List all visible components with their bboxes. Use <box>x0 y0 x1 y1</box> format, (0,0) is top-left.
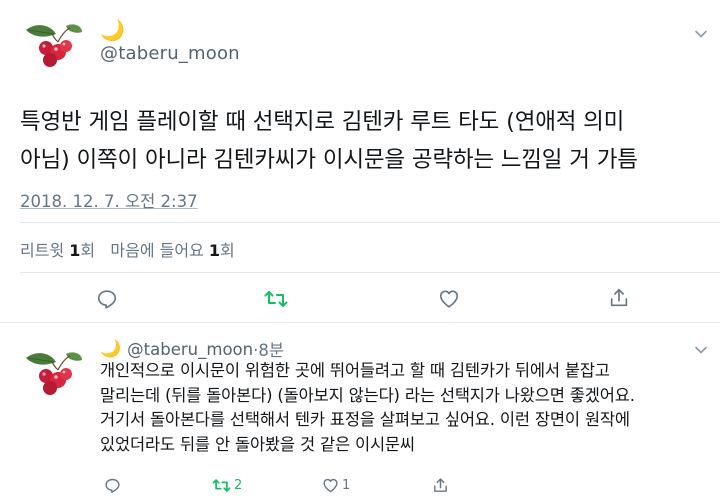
author-block[interactable]: 🌙 @taberu_moon <box>100 18 240 66</box>
reply-icon <box>105 478 120 493</box>
reply-text-line: 있었더라도 뒤를 안 돌아봤을 것 같은 이시문씨 <box>100 434 415 454</box>
tweet-timestamp[interactable]: 2018. 12. 7. 오전 2:37 <box>20 188 198 212</box>
reply-share-button[interactable] <box>432 477 449 494</box>
reply-retweet-button[interactable]: 2 <box>212 477 242 494</box>
like-stat[interactable]: 마음에 들어요 1회 <box>110 241 234 260</box>
chevron-down-icon[interactable] <box>694 26 708 40</box>
divider <box>20 222 720 223</box>
like-label: 마음에 들어요 <box>110 241 204 260</box>
heart-icon <box>439 290 459 308</box>
heart-icon <box>323 478 338 493</box>
like-button[interactable] <box>438 288 460 310</box>
reply-author-handle[interactable]: @taberu_moon <box>127 340 253 359</box>
reply-button[interactable] <box>96 288 118 310</box>
author-handle[interactable]: @taberu_moon <box>100 42 240 66</box>
reply-like-button[interactable]: 1 <box>322 477 350 494</box>
reply-time[interactable]: ·8분 <box>253 337 284 361</box>
reply-retweet-count: 2 <box>234 478 243 493</box>
tweet-text-line: 아님) 이쪽이 아니라 김텐카씨가 이시문을 공략하는 느낌일 거 가틈 <box>20 147 638 173</box>
share-button[interactable] <box>608 287 630 309</box>
moon-emoji: 🌙 <box>100 18 125 42</box>
retweet-icon <box>212 479 231 492</box>
retweet-stat[interactable]: 리트윗 1회 <box>20 241 95 260</box>
share-icon <box>610 288 628 307</box>
berry-avatar-icon <box>26 352 82 395</box>
like-unit: 회 <box>220 241 235 260</box>
retweet-icon <box>264 291 288 307</box>
reply-icon <box>97 290 117 309</box>
berry-avatar-icon <box>26 24 82 67</box>
reply-text: 개인적으로 이시문이 위험한 곳에 뛰어들려고 할 때 김텐카가 뒤에서 붙잡고… <box>100 359 710 457</box>
like-count: 1 <box>208 241 221 260</box>
tweet-stats: 리트윗 1회 마음에 들어요 1회 <box>20 237 235 261</box>
reply-author-block[interactable]: 🌙 @taberu_moon ·8분 <box>100 337 284 361</box>
divider <box>20 272 720 273</box>
tweet-text: 특영반 게임 플레이할 때 선택지로 김텐카 루트 타도 (연애적 의미 아님)… <box>20 103 710 179</box>
share-icon <box>434 478 447 492</box>
avatar[interactable] <box>22 20 84 70</box>
moon-emoji: 🌙 <box>100 339 122 359</box>
retweet-count: 1 <box>69 241 81 260</box>
reply-text-line: 말리는데 (뒤를 돌아본다) (돌아보지 않는다) 라는 선택지가 나왔으면 좋… <box>100 385 635 405</box>
reply-like-count: 1 <box>342 478 351 493</box>
reply-text-line: 개인적으로 이시문이 위험한 곳에 뛰어들려고 할 때 김텐카가 뒤에서 붙잡고 <box>100 361 610 380</box>
reply-avatar[interactable] <box>22 348 84 398</box>
retweet-button[interactable] <box>264 288 288 310</box>
retweet-label: 리트윗 <box>20 241 65 260</box>
reply-reply-button[interactable] <box>104 477 121 494</box>
tweet-text-line: 특영반 게임 플레이할 때 선택지로 김텐카 루트 타도 (연애적 의미 <box>20 109 625 135</box>
reply-text-line: 거기서 돌아본다를 선택해서 텐카 표정을 살펴보고 싶어요. 이런 장면이 원… <box>100 410 630 429</box>
chevron-down-icon[interactable] <box>694 342 708 356</box>
retweet-unit: 회 <box>80 241 96 260</box>
divider <box>0 322 720 323</box>
